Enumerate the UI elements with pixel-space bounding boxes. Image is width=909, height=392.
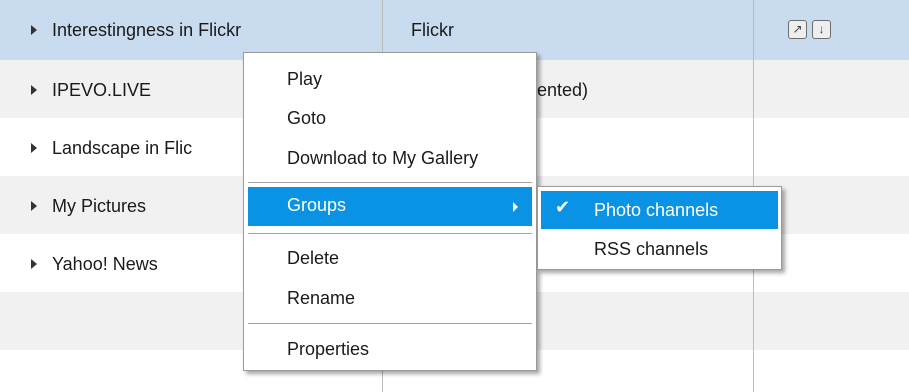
menu-item-delete[interactable]: Delete: [287, 248, 339, 269]
menu-item-label: Groups: [287, 195, 347, 215]
submenu-item-photo-channels[interactable]: ✔ Photo channels: [541, 191, 778, 229]
menu-item-rename[interactable]: Rename: [287, 288, 355, 309]
submenu-item-label: Photo channels: [594, 200, 719, 220]
menu-item-properties[interactable]: Properties: [287, 339, 369, 360]
row-name: Landscape in Flic: [52, 138, 193, 158]
context-menu: Play Goto Download to My Gallery Groups …: [243, 52, 537, 371]
submenu-arrow-icon: [513, 202, 518, 212]
row-source: Flickr: [411, 20, 454, 40]
menu-item-play[interactable]: Play: [287, 69, 322, 90]
row-source: ented): [537, 80, 589, 100]
table-row[interactable]: Interestingness in Flickr Flickr ↗ ↓: [0, 0, 909, 60]
row-name: My Pictures: [52, 196, 147, 216]
expand-arrow-icon[interactable]: [31, 85, 37, 95]
menu-item-download[interactable]: Download to My Gallery: [287, 148, 478, 169]
row-name: Interestingness in Flickr: [52, 20, 242, 40]
groups-submenu: ✔ Photo channels RSS channels: [537, 186, 782, 270]
menu-item-goto[interactable]: Goto: [287, 108, 326, 129]
external-link-icon[interactable]: ↗: [788, 20, 807, 39]
expand-arrow-icon[interactable]: [31, 259, 37, 269]
row-name: IPEVO.LIVE: [52, 80, 152, 100]
menu-separator: [248, 323, 532, 324]
menu-separator: [248, 233, 532, 234]
row-name: Yahoo! News: [52, 254, 158, 274]
expand-arrow-icon[interactable]: [31, 25, 37, 35]
expand-arrow-icon[interactable]: [31, 201, 37, 211]
menu-item-groups[interactable]: Groups: [248, 187, 532, 226]
checkmark-icon: ✔: [555, 197, 571, 217]
expand-arrow-icon[interactable]: [31, 143, 37, 153]
menu-separator: [248, 182, 532, 183]
download-icon[interactable]: ↓: [812, 20, 831, 39]
submenu-item-rss-channels[interactable]: RSS channels: [594, 239, 708, 260]
